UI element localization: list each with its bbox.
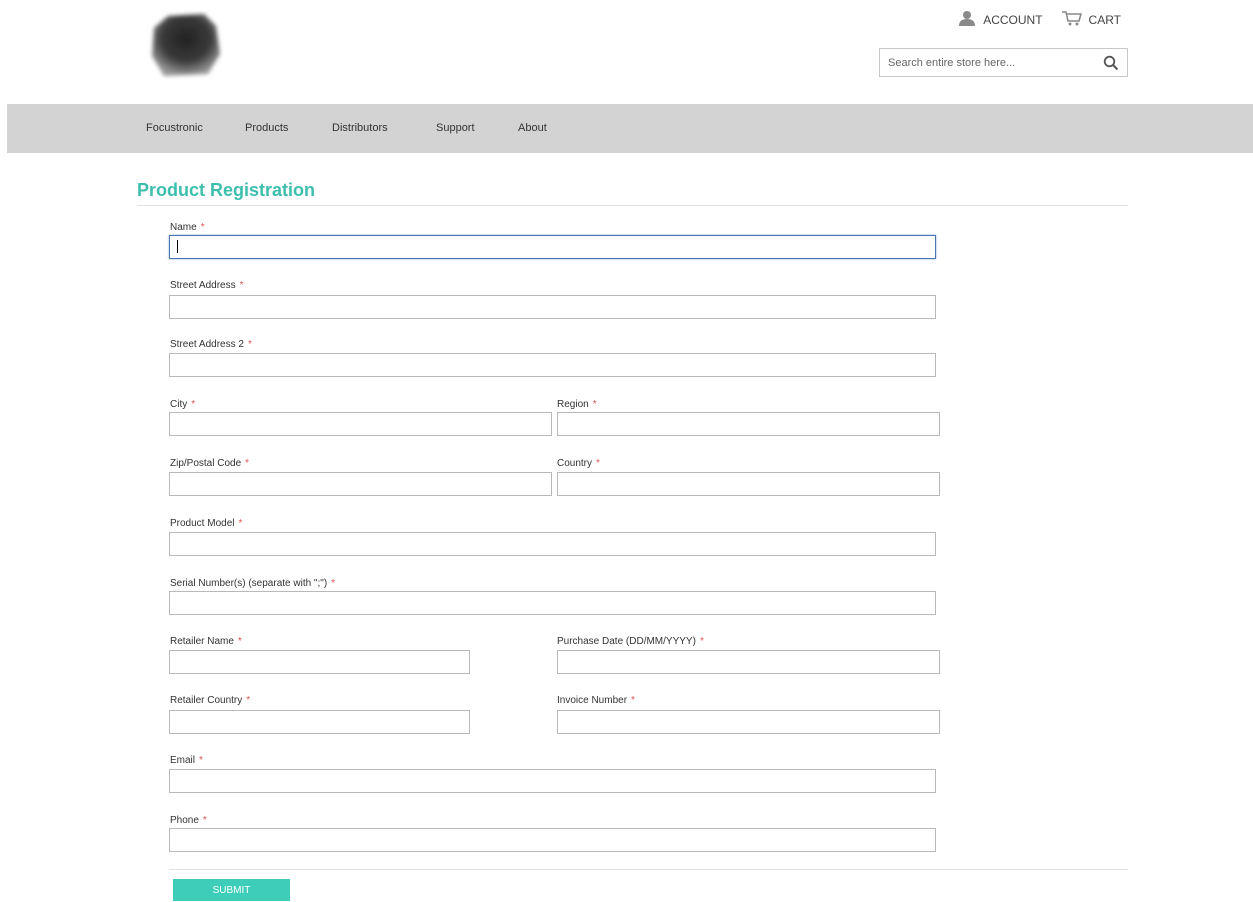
product-model-label: Product Model * [170, 518, 243, 529]
country-label: Country * [557, 458, 600, 469]
search-input[interactable] [880, 49, 1090, 76]
serial-number-label: Serial Number(s) (separate with ";") * [170, 578, 336, 589]
account-link[interactable]: ACCOUNT [957, 10, 1043, 29]
street-address-2-label: Street Address 2 * [170, 339, 252, 350]
blurred-logo-icon[interactable] [146, 10, 226, 82]
name-label: Name * [170, 222, 205, 233]
form-footer-divider [169, 869, 1128, 870]
cart-label: CART [1088, 12, 1121, 27]
nav-item-focustronic[interactable]: Focustronic [146, 122, 203, 134]
page-title: Product Registration [137, 180, 316, 200]
street-address-label: Street Address * [170, 280, 244, 291]
invoice-number-label: Invoice Number * [557, 695, 635, 706]
serial-number-input[interactable] [169, 591, 936, 615]
email-label: Email * [170, 755, 203, 766]
nav-item-products[interactable]: Products [245, 122, 288, 134]
zip-input[interactable] [169, 472, 552, 496]
zip-label: Zip/Postal Code * [170, 458, 250, 469]
city-label: City * [170, 399, 196, 410]
submit-button[interactable]: SUBMIT [173, 879, 290, 901]
retailer-country-input[interactable] [169, 710, 470, 734]
purchase-date-label: Purchase Date (DD/MM/YYYY) * [557, 636, 704, 647]
title-divider [137, 205, 1128, 206]
country-input[interactable] [557, 472, 940, 496]
email-input[interactable] [169, 769, 936, 793]
search-box [879, 48, 1128, 77]
city-input[interactable] [169, 412, 552, 436]
product-model-input[interactable] [169, 532, 936, 556]
nav-item-about[interactable]: About [518, 122, 547, 134]
street-address-2-input[interactable] [169, 353, 936, 377]
name-input[interactable] [169, 235, 936, 259]
purchase-date-input[interactable] [557, 650, 940, 674]
invoice-number-input[interactable] [557, 710, 940, 734]
account-label: ACCOUNT [983, 12, 1043, 27]
street-address-input[interactable] [169, 295, 936, 319]
retailer-name-label: Retailer Name * [170, 636, 242, 647]
cart-icon [1061, 10, 1083, 29]
region-label: Region * [557, 399, 597, 410]
search-icon[interactable] [1103, 55, 1119, 71]
phone-label: Phone * [170, 815, 207, 826]
nav-item-distributors[interactable]: Distributors [332, 122, 388, 134]
region-input[interactable] [557, 412, 940, 436]
retailer-country-label: Retailer Country * [170, 695, 251, 706]
cart-link[interactable]: CART [1061, 10, 1121, 29]
retailer-name-input[interactable] [169, 650, 470, 674]
phone-input[interactable] [169, 828, 936, 852]
main-navigation: Focustronic Products Distributors Suppor… [7, 104, 1253, 153]
text-cursor [177, 240, 178, 253]
nav-item-support[interactable]: Support [436, 122, 475, 134]
user-icon [957, 10, 977, 29]
